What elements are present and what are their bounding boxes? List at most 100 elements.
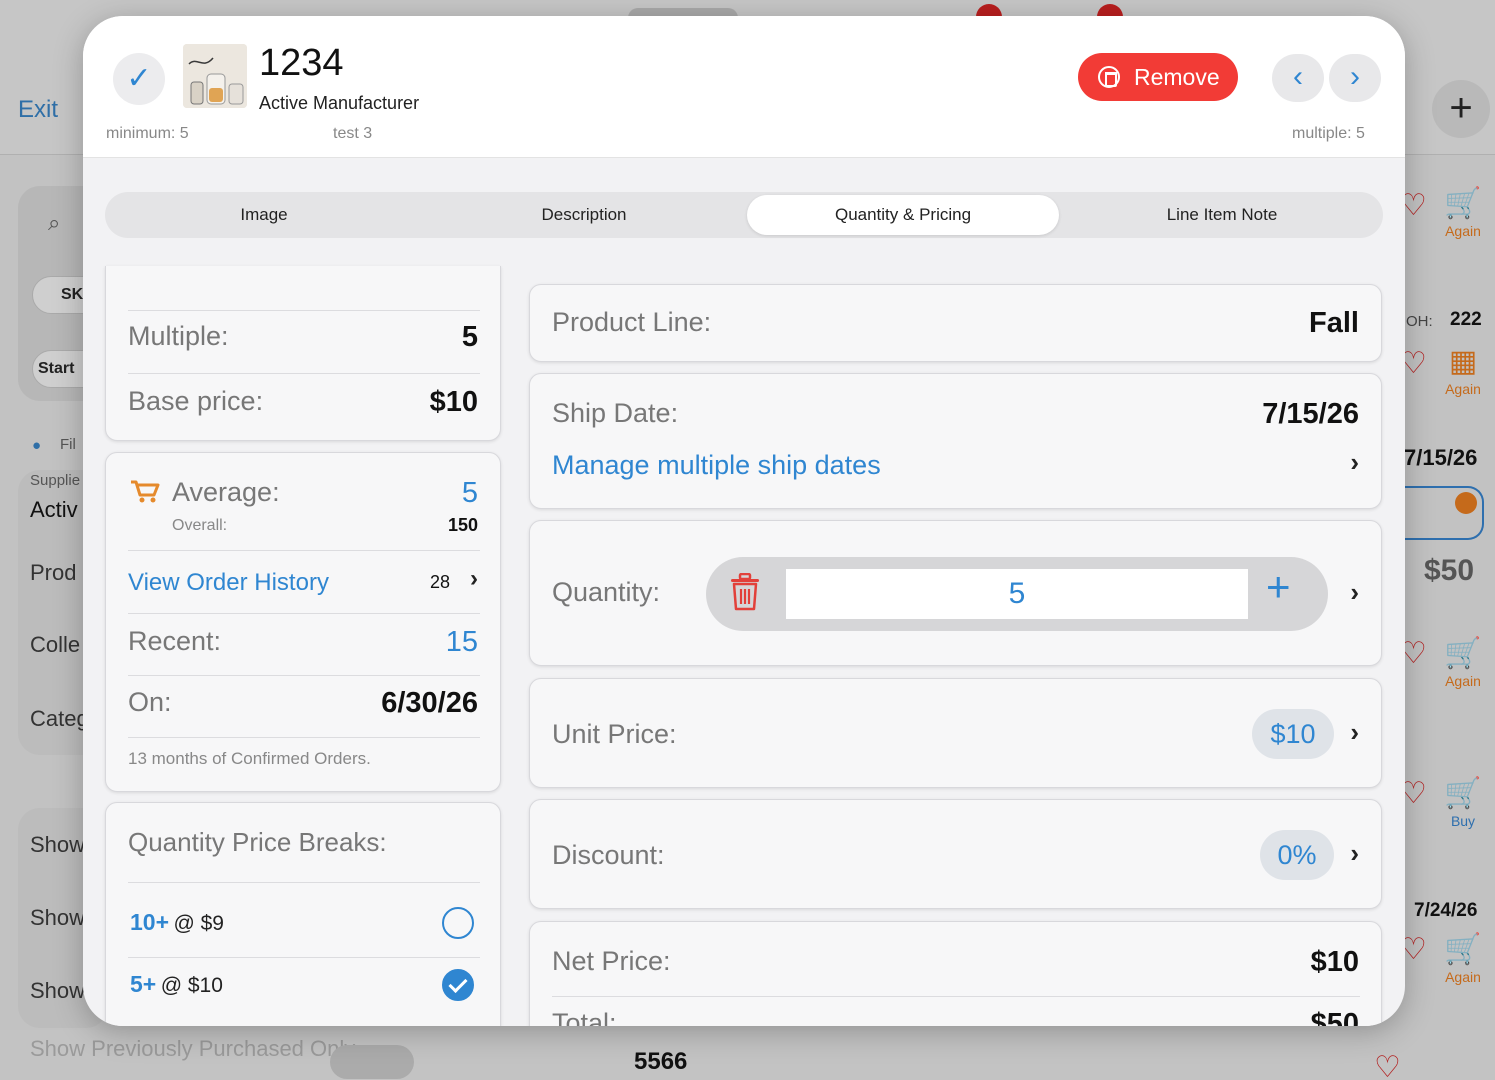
chevron-right-icon[interactable]: › — [470, 565, 478, 593]
discount-label: Discount: — [552, 840, 665, 870]
quantity-stepper: + — [706, 557, 1328, 631]
price-break-row[interactable]: 10+ @ $9 — [130, 909, 224, 936]
price-break-price: @ $9 — [173, 912, 224, 935]
product-line-label: Product Line: — [552, 307, 712, 337]
cart-buy-icon[interactable]: 🛒 Buy — [1440, 776, 1486, 829]
net-price-value: $10 — [1310, 946, 1359, 978]
discount-value[interactable]: 0% — [1260, 830, 1334, 880]
months-note: 13 months of Confirmed Orders. — [128, 749, 371, 768]
checkmark-icon: ✓ — [126, 62, 152, 95]
quantity-input[interactable] — [786, 569, 1248, 619]
tab-description[interactable]: Description — [429, 195, 739, 235]
chevron-right-icon: › — [1350, 60, 1360, 93]
average-value: 5 — [461, 477, 478, 509]
done-button[interactable]: ✓ — [113, 53, 165, 105]
total-label: Total: — [552, 1008, 617, 1026]
background-price: $50 — [1424, 554, 1475, 587]
filter-dot-icon: ● — [32, 437, 42, 454]
totals-card: Net Price: $10 Total: $50 — [529, 921, 1382, 1026]
product-id: 1234 — [259, 42, 344, 84]
divider — [128, 373, 480, 374]
cart-icon — [130, 479, 160, 508]
multiple-row-label: Multiple: — [128, 321, 229, 351]
quantity-label: Quantity: — [552, 577, 661, 607]
category-filter[interactable]: Categ — [30, 706, 89, 732]
background-field-icon — [1455, 492, 1477, 514]
modal-header: ✓ 1234 Active Manufacturer minimum: 5 te… — [83, 16, 1405, 158]
view-order-history-link[interactable]: View Order History — [128, 569, 329, 597]
trash-icon[interactable] — [728, 572, 766, 615]
previously-purchased-toggle[interactable] — [330, 1045, 414, 1079]
price-break-row[interactable]: 5+ @ $10 — [130, 971, 223, 998]
add-button[interactable]: + — [1432, 80, 1490, 138]
chevron-right-icon[interactable]: › — [1350, 717, 1359, 748]
plus-icon[interactable]: + — [1266, 563, 1291, 611]
chevron-right-icon[interactable]: › — [1350, 447, 1359, 478]
unit-price-label: Unit Price: — [552, 719, 677, 749]
tab-image[interactable]: Image — [109, 195, 419, 235]
cart-again-icon[interactable]: 🛒 Again — [1440, 636, 1486, 689]
price-break-qty: 5+ — [130, 971, 157, 997]
price-breaks-label: Quantity Price Breaks: — [128, 827, 387, 857]
divider — [128, 882, 480, 883]
product-line-card: Product Line: Fall — [529, 284, 1382, 362]
grid-again-icon[interactable]: ▦ Again — [1440, 344, 1486, 397]
next-item-button[interactable]: › — [1329, 54, 1381, 102]
remove-label: Remove — [1134, 64, 1220, 90]
segmented-tabs: Image Description Quantity & Pricing Lin… — [105, 192, 1383, 238]
collection-filter[interactable]: Colle — [30, 632, 80, 658]
divider — [128, 957, 480, 958]
tab-quantity-pricing[interactable]: Quantity & Pricing — [747, 195, 1059, 235]
overall-value: 150 — [447, 515, 478, 535]
recent-label: Recent: — [128, 626, 222, 656]
background-ship-date: 7/15/26 — [1404, 445, 1478, 470]
supplier-value: Activ — [30, 497, 78, 522]
total-value: $50 — [1310, 1008, 1359, 1026]
product-thumbnail[interactable] — [183, 44, 247, 108]
show-option[interactable]: Show — [30, 905, 85, 931]
order-history-count: 28 — [429, 572, 450, 592]
overall-label: Overall: — [172, 517, 228, 534]
price-break-radio-selected[interactable] — [442, 969, 474, 1001]
order-history-card: Average: 5 Overall: 150 View Order Histo… — [105, 452, 501, 792]
test-label: test 3 — [333, 125, 373, 142]
unit-price-card: Unit Price: $10 › — [529, 678, 1382, 788]
cart-again-icon[interactable]: 🛒 Again — [1440, 932, 1486, 985]
chevron-right-icon[interactable]: › — [1350, 838, 1359, 869]
show-option[interactable]: Show — [30, 832, 85, 858]
on-hand-value: 222 — [1450, 309, 1482, 330]
supplier-label: Supplie — [30, 472, 81, 489]
divider — [128, 613, 480, 614]
price-breaks-card: Quantity Price Breaks: 10+ @ $9 5+ @ $10 — [105, 802, 501, 1026]
recent-value: 15 — [445, 626, 478, 658]
manufacturer-name: Active Manufacturer — [259, 93, 420, 113]
discount-card: Discount: 0% › — [529, 799, 1382, 909]
on-date-value: 6/30/26 — [381, 687, 478, 719]
average-label: Average: — [172, 477, 280, 507]
base-price-value: $10 — [429, 386, 478, 418]
price-break-price: @ $10 — [160, 974, 223, 997]
tab-line-item-note[interactable]: Line Item Note — [1067, 195, 1377, 235]
search-icon[interactable]: ⌕ — [48, 210, 60, 236]
manage-ship-dates-link[interactable]: Manage multiple ship dates — [552, 450, 881, 481]
ship-date-label: Ship Date: — [552, 398, 679, 428]
order-rules-card: Multiple: 5 Base price: $10 — [105, 266, 501, 441]
unit-price-value[interactable]: $10 — [1252, 709, 1334, 759]
show-option[interactable]: Show — [30, 978, 85, 1004]
remove-button[interactable]: Remove — [1078, 53, 1238, 101]
chevron-right-icon[interactable]: › — [1350, 577, 1359, 608]
cart-again-icon[interactable]: 🛒 Again — [1440, 186, 1486, 239]
divider — [128, 675, 480, 676]
product-photo-icon — [183, 44, 247, 108]
product-line-filter[interactable]: Prod — [30, 560, 76, 586]
exit-button[interactable]: Exit — [18, 96, 58, 124]
ship-date-value: 7/15/26 — [1262, 398, 1359, 430]
heart-icon[interactable]: ♡ — [1374, 1050, 1401, 1080]
divider — [552, 996, 1360, 997]
net-price-label: Net Price: — [552, 946, 671, 976]
price-break-qty: 10+ — [130, 909, 170, 935]
price-break-radio[interactable] — [442, 907, 474, 939]
multiple-label: multiple: 5 — [1292, 125, 1365, 142]
ship-date-card: Ship Date: 7/15/26 Manage multiple ship … — [529, 373, 1382, 509]
previous-item-button[interactable]: ‹ — [1272, 54, 1324, 102]
